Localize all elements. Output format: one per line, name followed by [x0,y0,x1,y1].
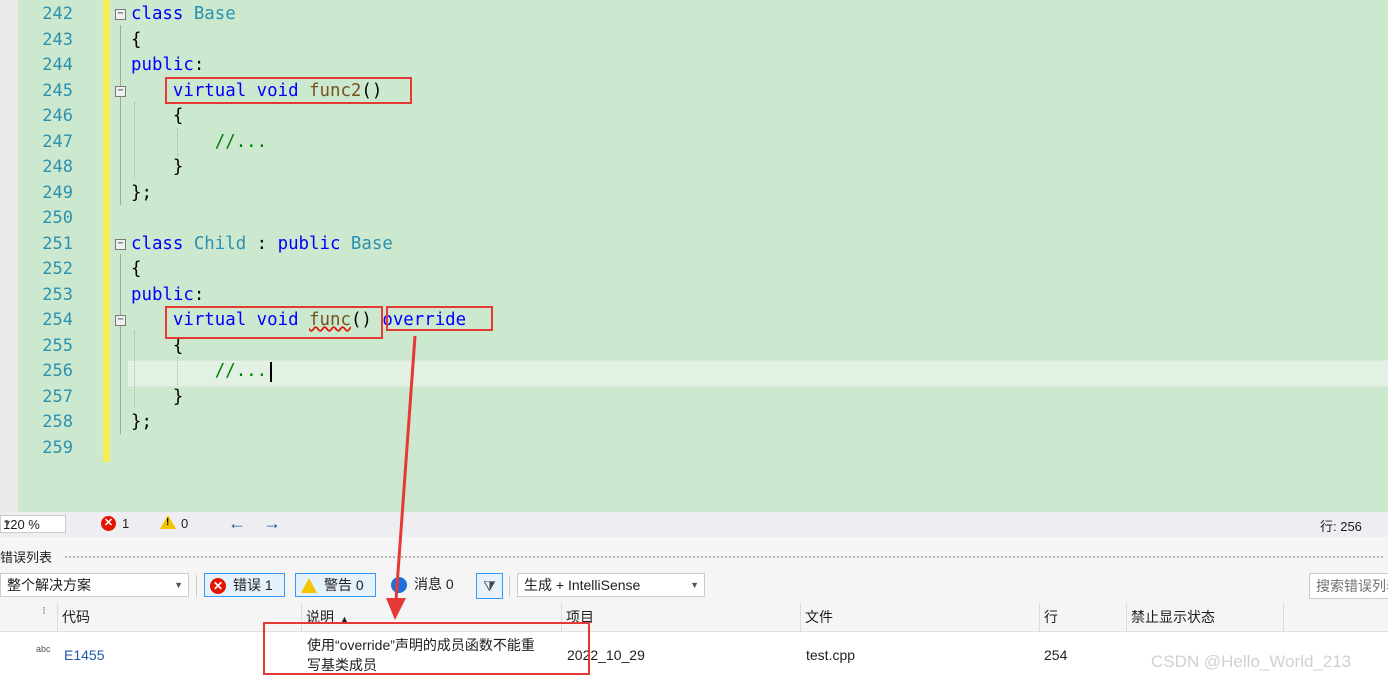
annotation-arrow [386,335,417,620]
watermark: CSDN @Hello_World_213 [1151,652,1352,671]
